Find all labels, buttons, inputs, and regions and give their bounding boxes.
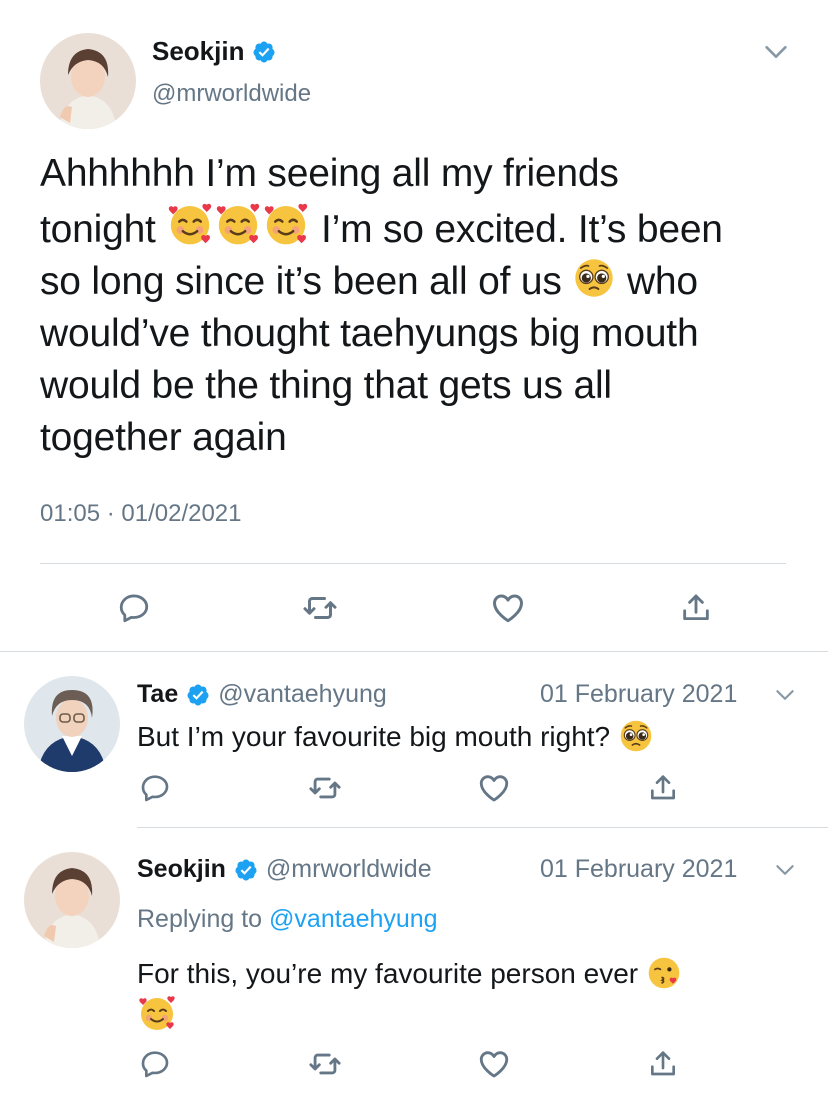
chevron-down-icon[interactable]: [772, 857, 798, 883]
face-blowing-kiss-icon: [646, 955, 682, 991]
reply-date[interactable]: 01 February 2021: [540, 855, 737, 884]
share-icon: [647, 1048, 679, 1080]
retweet-icon: [302, 590, 338, 626]
reply-header: Seokjin @mrworldwide: [137, 855, 432, 884]
reply-text: But I’m your favourite big mouth right?: [137, 718, 654, 754]
share-button[interactable]: [643, 1046, 683, 1082]
chevron-down-icon[interactable]: [760, 36, 792, 68]
retweet-button[interactable]: [300, 588, 340, 628]
smiling-face-with-hearts-icon: [137, 993, 177, 1033]
divider: [40, 563, 786, 564]
replying-to-mention[interactable]: @vantaehyung: [269, 905, 438, 933]
reply-avatar[interactable]: [24, 852, 120, 948]
reply-button[interactable]: [114, 588, 154, 628]
reply-icon: [117, 591, 151, 625]
like-button[interactable]: [474, 770, 514, 806]
retweet-icon: [308, 771, 342, 805]
tweet-text-line-2-prefix: tonight: [40, 208, 156, 251]
reply-text: For this, you’re my favourite person eve…: [137, 955, 682, 991]
tweet-text-line-1: Ahhhhhh I’m seeing all my friends: [40, 152, 619, 195]
verified-badge-icon: [234, 858, 258, 882]
reply-header: Tae @vantaehyung: [137, 680, 387, 709]
retweet-icon: [308, 1047, 342, 1081]
reply-author-name[interactable]: Tae: [137, 680, 178, 709]
like-button[interactable]: [488, 588, 528, 628]
avatar-image: [40, 33, 136, 129]
tweet-text-line-3-end: who: [626, 260, 698, 303]
smiling-face-with-hearts-icon: [262, 200, 310, 248]
reply-author-name[interactable]: Seokjin: [137, 855, 226, 884]
chevron-down-icon[interactable]: [772, 682, 798, 708]
share-button[interactable]: [676, 588, 716, 628]
reply-author-handle[interactable]: @mrworldwide: [266, 855, 432, 884]
divider: [137, 827, 828, 828]
reply-text-body: But I’m your favourite big mouth right?: [137, 721, 611, 752]
reply-author-handle[interactable]: @vantaehyung: [218, 680, 387, 709]
verified-badge-icon: [252, 40, 276, 64]
pleading-face-icon: [618, 718, 654, 754]
tweet-text-line-4: would’ve thought taehyungs big mouth: [40, 312, 699, 355]
author-avatar[interactable]: [40, 33, 136, 129]
share-button[interactable]: [643, 770, 683, 806]
tweet-text-line-5: would be the thing that gets us all: [40, 364, 612, 407]
like-icon: [477, 1047, 511, 1081]
divider: [0, 651, 828, 652]
reply-avatar[interactable]: [24, 676, 120, 772]
avatar-image: [24, 852, 120, 948]
reply-button[interactable]: [137, 770, 173, 806]
pleading-face-icon: [572, 256, 616, 300]
like-icon: [477, 771, 511, 805]
replying-to-label: Replying to: [137, 905, 263, 933]
reply-text-body: For this, you’re my favourite person eve…: [137, 958, 639, 989]
smiling-face-with-hearts-icon: [214, 200, 262, 248]
tweet-text: Ahhhhhh I’m seeing all my friends tonigh…: [40, 148, 800, 464]
tweet-text-line-2: tonight I’m so excited. It’s been: [40, 200, 800, 256]
reply-icon: [139, 772, 171, 804]
smiling-face-with-hearts-icon: [166, 200, 214, 248]
tweet-text-line-2-rest: I’m so excited. It’s been: [320, 208, 723, 251]
author-name[interactable]: Seokjin: [152, 36, 244, 67]
tweet-text-line-3-main: so long since it’s been all of us: [40, 260, 562, 303]
reply-icon: [139, 1048, 171, 1080]
author-handle[interactable]: @mrworldwide: [152, 80, 311, 108]
reply-date[interactable]: 01 February 2021: [540, 680, 737, 709]
share-icon: [647, 772, 679, 804]
like-button[interactable]: [474, 1046, 514, 1082]
author-name-row: Seokjin: [152, 36, 276, 67]
reply-button[interactable]: [137, 1046, 173, 1082]
tweet-timestamp[interactable]: 01:05 · 01/02/2021: [40, 500, 242, 528]
tweet-text-line-6: together again: [40, 416, 287, 459]
replying-to: Replying to @vantaehyung: [137, 905, 438, 934]
share-icon: [679, 591, 713, 625]
tweet-text-line-3: so long since it’s been all of us who: [40, 256, 800, 308]
retweet-button[interactable]: [305, 770, 345, 806]
retweet-button[interactable]: [305, 1046, 345, 1082]
avatar-image: [24, 676, 120, 772]
verified-badge-icon: [186, 683, 210, 707]
like-icon: [490, 590, 526, 626]
